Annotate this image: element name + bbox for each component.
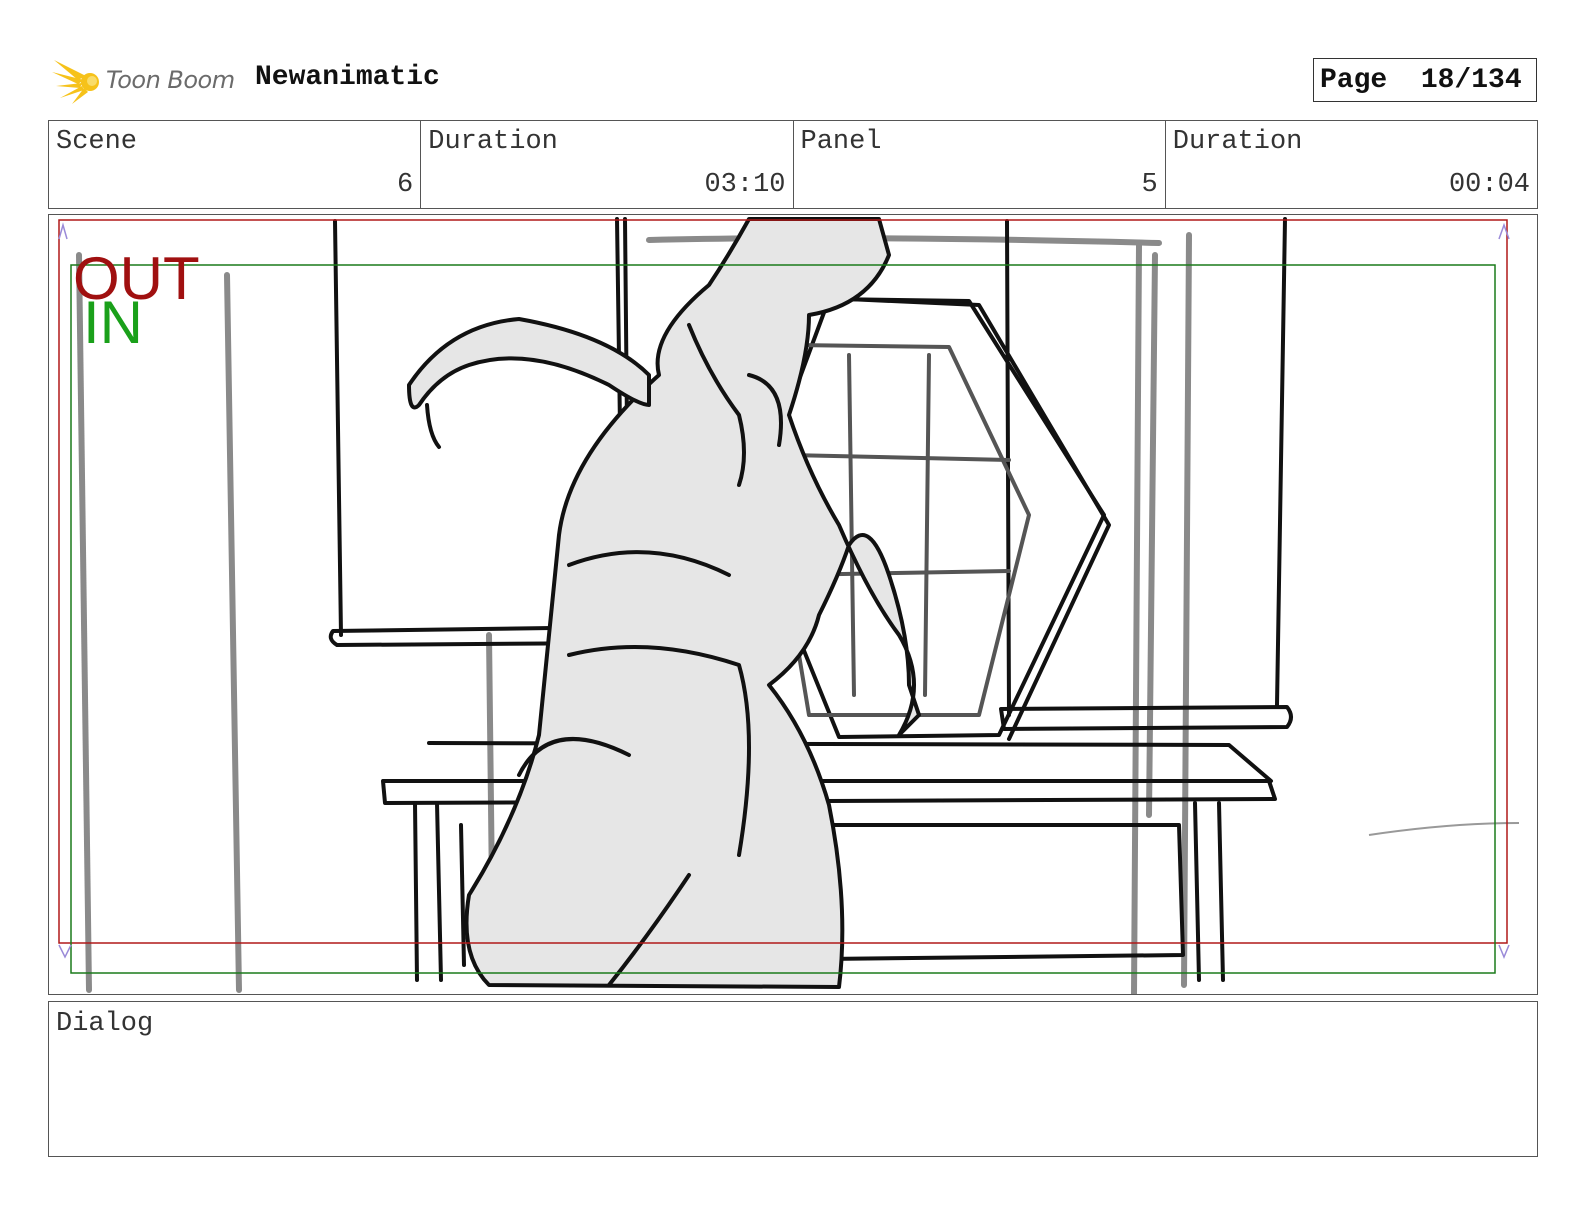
project-title: Newanimatic <box>255 62 440 93</box>
toon-boom-star-icon <box>52 60 99 104</box>
dialog-box: Dialog <box>48 1001 1538 1157</box>
panel-duration-label: Duration <box>1172 127 1303 157</box>
panel-duration-value: 00:04 <box>1448 170 1530 200</box>
dialog-label: Dialog <box>56 1009 154 1039</box>
page-label: Page <box>1320 64 1388 96</box>
scene-info-row: Scene 6 Duration 03:10 Panel 5 Duration … <box>48 120 1538 209</box>
scene-duration-value: 03:10 <box>704 170 786 200</box>
scene-duration-cell: Duration 03:10 <box>421 121 794 208</box>
panel-label: Panel <box>800 127 882 157</box>
scene-duration-label: Duration <box>428 127 558 157</box>
page-number: 18/134 <box>1420 64 1522 96</box>
panel-cell: Panel 5 <box>794 121 1166 208</box>
panel-value: 5 <box>1141 170 1158 200</box>
storyboard-panel: OUT IN <box>48 214 1538 995</box>
scene-value: 6 <box>397 170 414 200</box>
brand-name: Toon Boom <box>106 66 235 94</box>
scene-cell: Scene 6 <box>49 121 422 208</box>
scene-label: Scene <box>56 127 138 157</box>
page-indicator: Page 18/134 <box>1313 58 1537 102</box>
panel-sketch: OUT IN <box>58 217 1520 994</box>
page-header: Toon Boom Newanimatic Page 18/134 <box>0 0 1584 115</box>
in-label: IN <box>83 289 143 356</box>
panel-duration-cell: Duration 00:04 <box>1166 121 1537 208</box>
